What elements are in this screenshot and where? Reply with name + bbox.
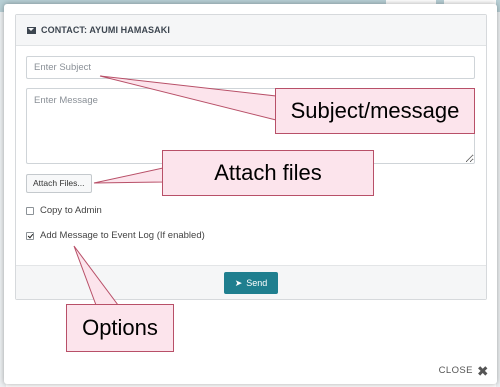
subject-input[interactable] bbox=[26, 56, 475, 79]
subject-message-callout: Subject/message bbox=[275, 88, 475, 134]
copy-to-admin-option[interactable]: Copy to Admin bbox=[26, 205, 476, 216]
event-log-label: Add Message to Event Log (If enabled) bbox=[40, 230, 205, 241]
envelope-icon bbox=[27, 26, 36, 34]
options-callout-text: Options bbox=[82, 315, 158, 340]
close-icon: ✖ bbox=[476, 362, 489, 379]
attach-files-callout-text: Attach files bbox=[214, 160, 322, 185]
close-button[interactable]: CLOSE ✖ bbox=[438, 362, 489, 379]
send-label: Send bbox=[246, 278, 268, 288]
paper-plane-icon: ➤ bbox=[234, 277, 243, 288]
panel-footer: ➤ Send bbox=[16, 265, 486, 299]
copy-to-admin-checkbox[interactable] bbox=[26, 206, 34, 215]
event-log-option[interactable]: Add Message to Event Log (If enabled) bbox=[26, 230, 476, 241]
attach-files-button[interactable]: Attach Files... bbox=[26, 174, 92, 193]
panel-body: Attach Files... Copy to Admin Add Messag… bbox=[16, 46, 486, 241]
close-label: CLOSE bbox=[438, 365, 473, 376]
subject-message-callout-text: Subject/message bbox=[290, 98, 460, 123]
send-button[interactable]: ➤ Send bbox=[224, 272, 278, 294]
copy-to-admin-label: Copy to Admin bbox=[40, 205, 102, 216]
panel-header: CONTACT: AYUMI HAMASAKI bbox=[16, 15, 486, 46]
options-callout: Options bbox=[66, 304, 174, 352]
event-log-checkbox[interactable] bbox=[26, 231, 34, 240]
dialog-title: CONTACT: AYUMI HAMASAKI bbox=[41, 25, 170, 35]
attach-files-callout: Attach files bbox=[162, 150, 374, 196]
